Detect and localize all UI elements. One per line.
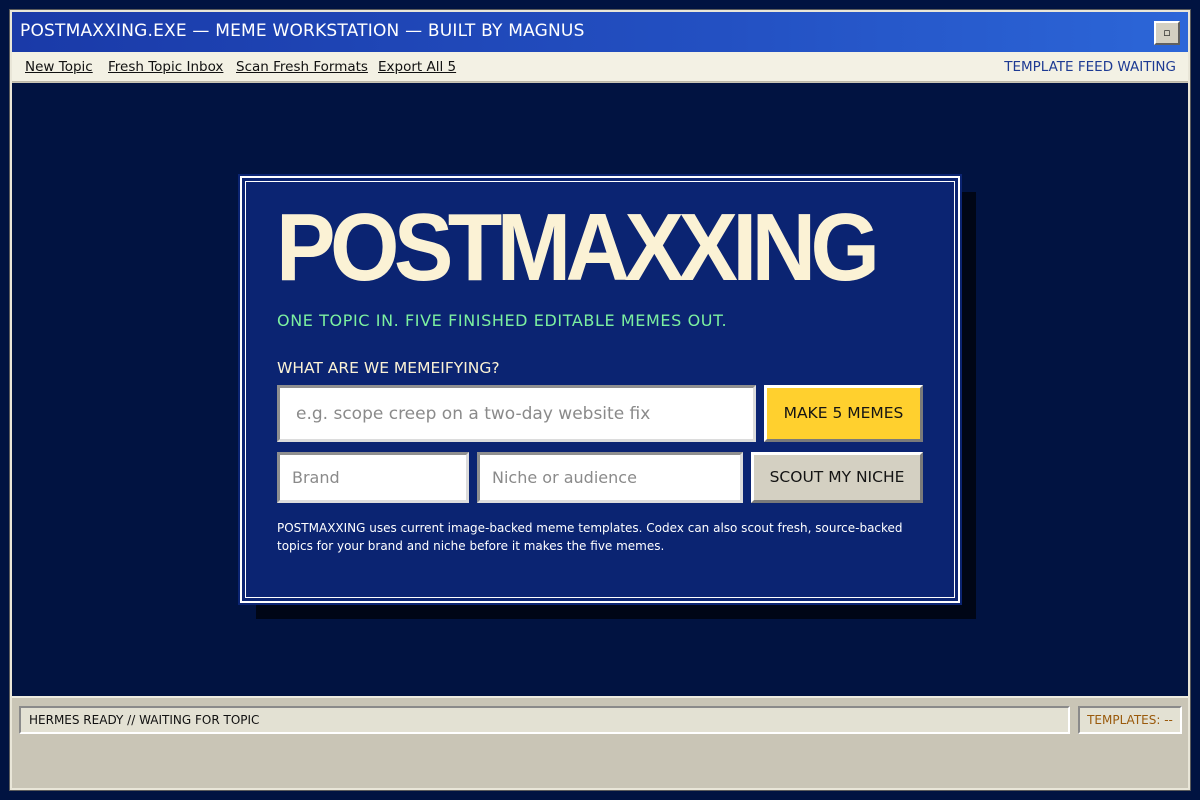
menu-bar: New Topic Fresh Topic Inbox Scan Fresh F… (12, 52, 1188, 82)
status-message: HERMES READY // WAITING FOR TOPIC (19, 706, 1070, 734)
restore-icon: ▫ (1163, 26, 1171, 39)
templates-count: TEMPLATES: -- (1078, 706, 1182, 734)
status-bar: HERMES READY // WAITING FOR TOPIC TEMPLA… (12, 696, 1188, 788)
scout-niche-button[interactable]: SCOUT MY NICHE (751, 452, 923, 503)
menu-new-topic[interactable]: New Topic (25, 59, 93, 75)
workspace: POSTMAXXING ONE TOPIC IN. FIVE FINISHED … (12, 83, 1188, 696)
window-title: POSTMAXXING.EXE — MEME WORKSTATION — BUI… (20, 21, 585, 41)
window-control-button[interactable]: ▫ (1154, 21, 1180, 45)
niche-input[interactable] (477, 452, 743, 503)
topic-prompt-label: WHAT ARE WE MEMEIFYING? (277, 359, 500, 377)
topic-card: POSTMAXXING ONE TOPIC IN. FIVE FINISHED … (238, 174, 962, 605)
menu-scan-fresh-formats[interactable]: Scan Fresh Formats (236, 59, 368, 75)
app-window: POSTMAXXING.EXE — MEME WORKSTATION — BUI… (9, 9, 1191, 791)
make-memes-button[interactable]: MAKE 5 MEMES (764, 385, 923, 442)
info-text: POSTMAXXING uses current image-backed me… (277, 521, 903, 553)
menu-fresh-topic-inbox[interactable]: Fresh Topic Inbox (108, 59, 223, 75)
template-feed-status: TEMPLATE FEED WAITING (1004, 59, 1176, 75)
tagline: ONE TOPIC IN. FIVE FINISHED EDITABLE MEM… (277, 311, 728, 330)
brand-input[interactable] (277, 452, 469, 503)
brand-title: POSTMAXXING (276, 194, 880, 301)
title-bar[interactable]: POSTMAXXING.EXE — MEME WORKSTATION — BUI… (12, 12, 1188, 52)
topic-input[interactable] (277, 385, 756, 442)
menu-export-all[interactable]: Export All 5 (378, 59, 456, 75)
